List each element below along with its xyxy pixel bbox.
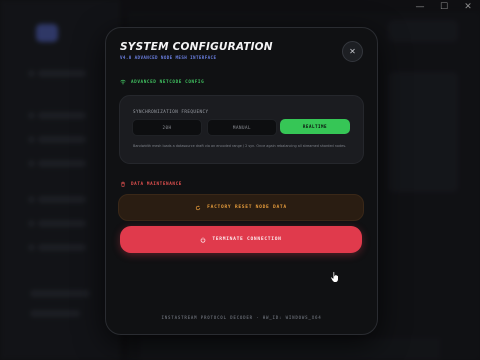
reset-icon bbox=[196, 204, 201, 210]
factory-reset-label: FACTORY RESET NODE DATA bbox=[207, 205, 287, 210]
terminate-connection-label: TERMINATE CONNECTION bbox=[212, 237, 282, 242]
terminate-connection-button[interactable]: TERMINATE CONNECTION bbox=[120, 226, 362, 253]
data-maintenance-heading: DATA MAINTENANCE bbox=[120, 181, 182, 187]
sync-frequency-label: SYNCHRONIZATION FREQUENCY bbox=[133, 109, 209, 114]
power-icon bbox=[201, 236, 206, 243]
data-maintenance-title: DATA MAINTENANCE bbox=[131, 181, 182, 187]
frequency-option-realtime[interactable]: REALTIME bbox=[280, 119, 350, 134]
factory-reset-button[interactable]: FACTORY RESET NODE DATA bbox=[118, 194, 364, 221]
system-configuration-modal: SYSTEM CONFIGURATION V4.0 ADVANCED NODE … bbox=[105, 27, 378, 335]
protocol-footer: INSTASTREAM PROTOCOL DECODER · HW_ID: WI… bbox=[161, 315, 322, 320]
hand-cursor-icon bbox=[330, 271, 339, 283]
frequency-option-20h[interactable]: 20H bbox=[132, 119, 202, 136]
frequency-option-manual[interactable]: MANUAL bbox=[207, 119, 277, 136]
modal-subtitle: V4.0 ADVANCED NODE MESH INTERFACE bbox=[120, 55, 217, 60]
netcode-config-card: SYNCHRONIZATION FREQUENCY 20H MANUAL REA… bbox=[119, 95, 364, 164]
trash-icon bbox=[121, 181, 125, 187]
modal-title: SYSTEM CONFIGURATION bbox=[120, 41, 273, 53]
close-icon: ✕ bbox=[349, 46, 356, 56]
modal-close-button[interactable]: ✕ bbox=[342, 41, 363, 62]
wifi-icon bbox=[120, 79, 126, 85]
netcode-section-title: ADVANCED NETCODE CONFIG bbox=[131, 79, 205, 85]
netcode-section-heading: ADVANCED NETCODE CONFIG bbox=[120, 79, 204, 85]
netcode-description: Bandwidth mesh loads a datasource draft … bbox=[133, 144, 347, 148]
